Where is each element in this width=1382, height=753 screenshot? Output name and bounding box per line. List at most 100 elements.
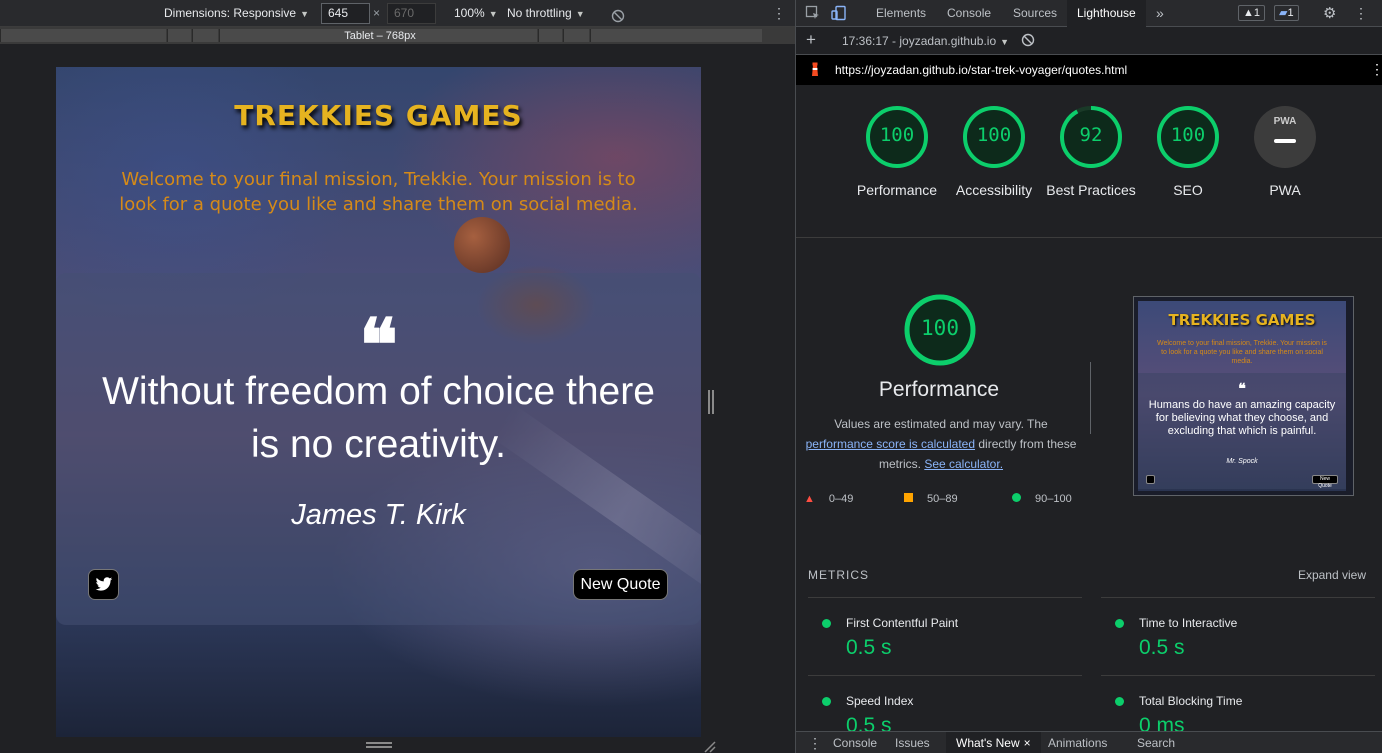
- resize-handle-corner[interactable]: [704, 740, 716, 753]
- devtools-tab-bar: Elements Console Sources Lighthouse » ▲1…: [796, 0, 1382, 27]
- gauge-label: SEO: [1173, 182, 1203, 198]
- clear-icon[interactable]: [1021, 33, 1035, 50]
- note-prefix: Values are estimated and may vary. The: [834, 417, 1048, 431]
- triangle-icon: ▲: [804, 493, 815, 505]
- throttling-dropdown[interactable]: No throttling ▼: [507, 0, 585, 27]
- resize-handle-bottom[interactable]: [366, 742, 392, 748]
- chevron-down-icon: ▼: [575, 9, 585, 19]
- more-tabs-icon[interactable]: »: [1156, 0, 1164, 27]
- device-toolbar-icon[interactable]: [831, 5, 847, 21]
- metric-value: 0.5 s: [1139, 636, 1185, 659]
- pass-circle-icon: [1115, 697, 1124, 706]
- twitter-icon: [1146, 475, 1155, 484]
- close-icon[interactable]: ×: [1024, 736, 1031, 750]
- url-bar: https://joyzadan.github.io/star-trek-voy…: [796, 55, 1382, 85]
- chevron-down-icon: ▼: [1000, 37, 1010, 47]
- pwa-text: PWA: [1273, 116, 1297, 127]
- dimensions-label: Dimensions: Responsive: [164, 6, 297, 20]
- add-report-icon[interactable]: +: [806, 31, 816, 49]
- drawer-tab-issues[interactable]: Issues: [895, 732, 930, 753]
- messages-count: 1: [1287, 7, 1294, 19]
- drawer-tab-bar: ⋮ Console Issues What's New × Animations …: [796, 731, 1382, 753]
- quote-card: ❝ Without freedom of choice there is no …: [56, 273, 701, 625]
- site-title: TREKKIES GAMES: [234, 99, 523, 132]
- height-input[interactable]: 670: [387, 3, 436, 24]
- thumb-welcome: Welcome to your final mission, Trekkie. …: [1157, 340, 1327, 365]
- legend-fail: ▲ 0–49: [804, 492, 853, 506]
- gauge-accessibility[interactable]: 100 Accessibility: [947, 104, 1041, 200]
- device-emulation-pane: Dimensions: Responsive ▼ 645 × 670 100% ▼ …: [0, 0, 795, 753]
- gauge-performance[interactable]: 100 Performance: [850, 104, 944, 200]
- gauge-value: 100: [879, 124, 915, 146]
- drawer-tab-animations[interactable]: Animations: [1048, 732, 1107, 753]
- tab-sources[interactable]: Sources: [1013, 0, 1057, 27]
- gauge-value: 100: [976, 124, 1012, 146]
- inspect-element-icon[interactable]: [805, 5, 821, 21]
- metric-fcp: First Contentful Paint 0.5 s: [808, 597, 1082, 675]
- new-quote-button[interactable]: New Quote: [573, 569, 668, 600]
- divider: [1090, 362, 1091, 434]
- expand-view-toggle[interactable]: Expand view: [1298, 568, 1366, 582]
- legend-pass-range: 90–100: [1035, 493, 1072, 505]
- report-url[interactable]: https://joyzadan.github.io/star-trek-voy…: [835, 63, 1127, 77]
- warning-icon: ▲: [1243, 7, 1254, 19]
- performance-score: 100: [921, 316, 959, 340]
- twitter-icon: [95, 577, 112, 591]
- page-viewport: TREKKIES GAMES Welcome to your final mis…: [56, 67, 701, 737]
- tab-elements[interactable]: Elements: [876, 0, 926, 27]
- drawer-tab-whats-new[interactable]: What's New ×: [946, 732, 1041, 753]
- planet-image: [454, 217, 510, 273]
- more-options-icon[interactable]: ⋮: [1370, 61, 1382, 78]
- report-selector[interactable]: 17:36:17 - joyzadan.github.io ▼: [842, 34, 1009, 48]
- drawer-tab-console[interactable]: Console: [833, 732, 877, 753]
- metric-tti: Time to Interactive 0.5 s: [1101, 597, 1375, 675]
- chevron-down-icon: ▼: [300, 9, 309, 19]
- drawer-tab-label: What's New: [956, 736, 1020, 750]
- tab-lighthouse[interactable]: Lighthouse: [1067, 0, 1146, 27]
- gauge-label: PWA: [1269, 182, 1301, 198]
- thumb-author: Mr. Spock: [1226, 458, 1258, 465]
- zoom-dropdown[interactable]: 100% ▼: [454, 0, 498, 27]
- legend-average: 50–89: [904, 492, 958, 506]
- thumb-new-quote: New Quote: [1312, 475, 1338, 489]
- tweet-button[interactable]: [88, 569, 119, 600]
- media-query-label: Tablet – 768px: [344, 30, 416, 42]
- drawer-menu-icon[interactable]: ⋮: [808, 732, 822, 753]
- quote-icon: ❝: [1238, 381, 1246, 397]
- tab-console[interactable]: Console: [947, 0, 991, 27]
- more-options-icon[interactable]: ⋮: [1354, 0, 1368, 27]
- gauge-label: Accessibility: [955, 182, 1033, 198]
- gauge-best-practices[interactable]: 92 Best Practices: [1044, 104, 1138, 200]
- devtools-panel: Elements Console Sources Lighthouse » ▲1…: [795, 0, 1382, 753]
- gauge-pwa[interactable]: PWA PWA: [1238, 104, 1332, 200]
- resize-handle-right[interactable]: [708, 390, 714, 414]
- quote-author: James T. Kirk: [291, 499, 466, 531]
- messages-badge[interactable]: ▰1: [1274, 5, 1299, 21]
- metric-name: First Contentful Paint: [846, 616, 959, 630]
- gauge-value: 92: [1079, 124, 1103, 146]
- welcome-text: Welcome to your final mission, Trekkie. …: [119, 169, 638, 215]
- gear-icon[interactable]: ⚙: [1323, 0, 1336, 27]
- gauge-seo[interactable]: 100 SEO: [1141, 104, 1235, 200]
- width-input[interactable]: 645: [321, 3, 370, 24]
- performance-section: 100 Performance Values are estimated and…: [796, 238, 1382, 568]
- thumb-quote: Humans do have an amazing capacity for b…: [1148, 399, 1336, 437]
- warnings-badge[interactable]: ▲1: [1238, 5, 1266, 21]
- see-calculator-link[interactable]: See calculator.: [924, 457, 1003, 471]
- performance-note: Values are estimated and may vary. The p…: [800, 414, 1082, 474]
- warnings-count: 1: [1253, 7, 1261, 19]
- drawer-tab-search[interactable]: Search: [1137, 732, 1175, 753]
- metric-value: 0.5 s: [846, 636, 892, 659]
- gauge-label: Performance: [856, 182, 938, 198]
- dimensions-dropdown[interactable]: Dimensions: Responsive ▼: [164, 0, 309, 27]
- score-calculated-link[interactable]: performance score is calculated: [806, 437, 975, 451]
- metric-name: Total Blocking Time: [1139, 694, 1243, 708]
- legend-pass: 90–100: [1012, 492, 1072, 506]
- rotate-icon[interactable]: [611, 6, 625, 23]
- final-screenshot[interactable]: TREKKIES GAMES Welcome to your final mis…: [1133, 296, 1354, 496]
- thumb-title: TREKKIES GAMES: [1168, 311, 1316, 329]
- pass-circle-icon: [822, 619, 831, 628]
- metric-name: Speed Index: [846, 694, 914, 708]
- pass-circle-icon: [1115, 619, 1124, 628]
- more-options-icon[interactable]: ⋮: [772, 0, 786, 27]
